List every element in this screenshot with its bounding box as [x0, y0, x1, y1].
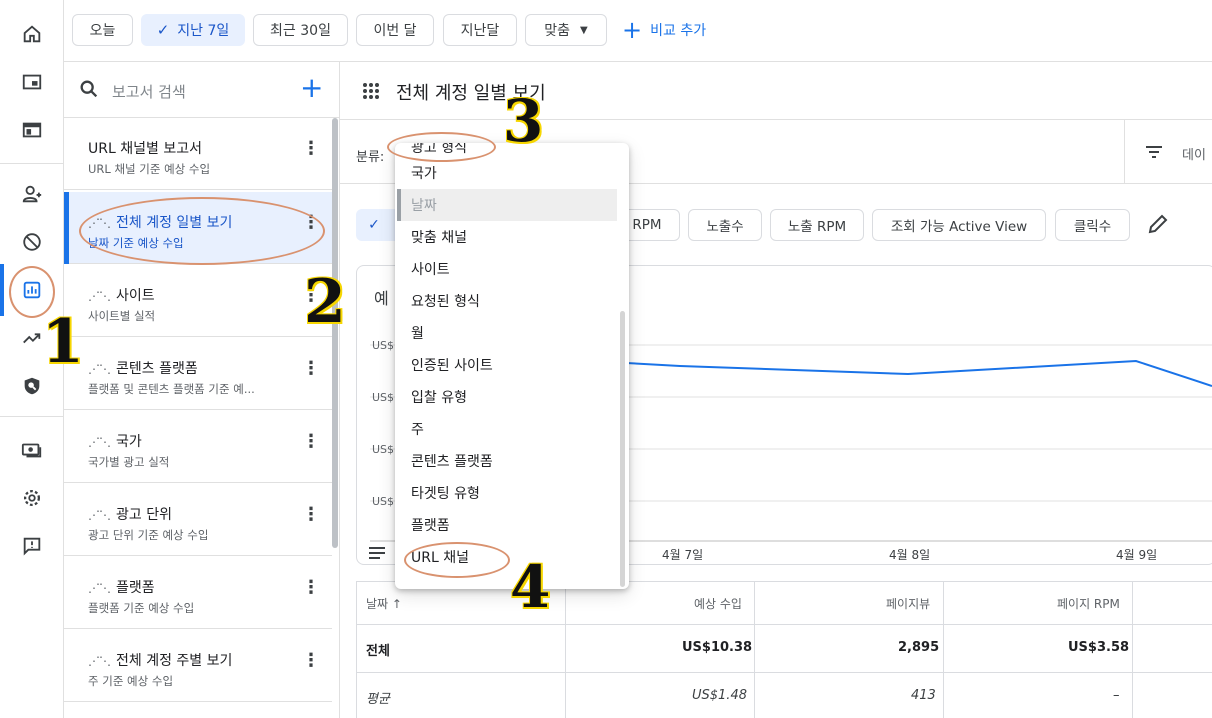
check-icon: ✓ — [156, 21, 170, 39]
report-item-country[interactable]: ⋰⋱ 국가 국가별 광고 실적 ⋮ — [64, 411, 332, 483]
dropdown-scrollbar[interactable] — [620, 311, 625, 587]
dropdown-option[interactable]: 입찰 유형 — [395, 381, 617, 413]
filter-icon[interactable] — [1144, 142, 1164, 162]
x-tick-label: 4월 9일 — [1116, 548, 1158, 562]
table-cell: US$1.48 — [692, 688, 747, 703]
sparkline-icon: ⋰⋱ — [88, 508, 111, 522]
annotation-number-4: 4 — [510, 553, 551, 621]
dropdown-option[interactable]: 사이트 — [395, 253, 617, 285]
more-vert-icon[interactable]: ⋮ — [302, 360, 320, 378]
table-cell: US$10.38 — [682, 640, 753, 655]
sparkline-icon: ⋰⋱ — [88, 289, 111, 303]
report-search[interactable]: 보고서 검색 + — [64, 62, 340, 118]
dropdown-option[interactable]: 맞춤 채널 — [395, 221, 617, 253]
report-item-content-platform[interactable]: ⋰⋱ 콘텐츠 플랫폼 플랫폼 및 콘텐츠 플랫폼 기준 예... ⋮ — [64, 338, 332, 410]
date-range-bar: 오늘 ✓ 지난 7일 최근 30일 이번 달 지난달 맞춤 ▼ + 비교 추가 — [64, 0, 1212, 62]
account-icon[interactable] — [16, 178, 48, 210]
caret-down-icon: ▼ — [580, 24, 588, 36]
dropdown-option[interactable]: 국가 — [395, 157, 617, 189]
payments-icon[interactable] — [16, 434, 48, 466]
column-header-earnings[interactable]: 예상 수입 — [694, 595, 742, 612]
earnings-series-line — [625, 359, 1212, 387]
report-item-weekly-account[interactable]: ⋰⋱ 전체 계정 주별 보기 주 기준 예상 수입 ⋮ — [64, 630, 332, 702]
edit-icon[interactable] — [1146, 212, 1170, 236]
report-item-url-channel[interactable]: URL 채널별 보고서 URL 채널 기준 예상 수입 ⋮ — [64, 118, 332, 190]
table-cell: 2,895 — [898, 640, 940, 655]
metric-chip-impression-rpm[interactable]: 노출 RPM — [770, 209, 864, 241]
sort-ascending-icon: ↑ — [391, 597, 402, 611]
x-tick-label: 4월 7일 — [662, 548, 704, 562]
more-vert-icon[interactable]: ⋮ — [302, 506, 320, 524]
dropdown-option[interactable]: 주 — [395, 413, 617, 445]
table-row-total-label: 전체 — [366, 644, 390, 659]
feedback-icon[interactable] — [16, 530, 48, 562]
active-indicator — [0, 264, 4, 316]
annotation-number-2: 2 — [304, 267, 346, 337]
chip-last-30-days[interactable]: 최근 30일 — [253, 14, 348, 46]
ad-frame-icon[interactable] — [16, 66, 48, 98]
table-cell: US$3.58 — [1068, 640, 1130, 655]
y-tick: US$ — [372, 339, 395, 352]
sparkline-icon: ⋰⋱ — [88, 581, 111, 595]
report-item-ad-unit[interactable]: ⋰⋱ 광고 단위 광고 단위 기준 예상 수입 ⋮ — [64, 484, 332, 556]
x-tick-label: 4월 8일 — [889, 548, 931, 562]
report-header: 전체 계정 일별 보기 — [340, 62, 1212, 120]
column-header-page-rpm[interactable]: 페이지 RPM — [1057, 595, 1120, 612]
column-header-pageviews[interactable]: 페이지뷰 — [886, 595, 930, 612]
home-icon[interactable] — [16, 18, 48, 50]
adsense-reports-page: 오늘 ✓ 지난 7일 최근 30일 이번 달 지난달 맞춤 ▼ + 비교 추가 보고서… — [0, 0, 1212, 718]
report-item-sites[interactable]: ⋰⋱ 사이트 사이트별 실적 ⋮ — [64, 265, 332, 337]
column-header-date[interactable]: 날짜 ↑ — [366, 595, 402, 612]
y-tick: US$ — [372, 495, 395, 508]
settings-icon[interactable] — [16, 482, 48, 514]
sparkline-icon: ⋰⋱ — [88, 362, 111, 376]
more-vert-icon[interactable]: ⋮ — [302, 140, 320, 158]
legend-toggle-icon[interactable] — [368, 546, 386, 560]
more-vert-icon[interactable]: ⋮ — [302, 579, 320, 597]
block-icon[interactable] — [16, 226, 48, 258]
sparkline-icon: ⋰⋱ — [88, 654, 111, 668]
search-icon — [80, 80, 98, 98]
breakdown-label: 분류: — [356, 150, 385, 165]
dropdown-option[interactable]: 인증된 사이트 — [395, 349, 617, 381]
annotation-circle-4 — [404, 542, 510, 578]
table-row-average-label: 평균 — [366, 692, 390, 707]
plus-icon: + — [622, 16, 643, 44]
y-tick: US$ — [372, 443, 395, 456]
more-vert-icon[interactable]: ⋮ — [302, 652, 320, 670]
dropdown-option-selected[interactable]: 날짜 — [397, 189, 617, 221]
dropdown-option[interactable]: 요청된 형식 — [395, 285, 617, 317]
chip-last-7-days[interactable]: ✓ 지난 7일 — [141, 14, 245, 46]
dropdown-option[interactable]: 월 — [395, 317, 617, 349]
table-cell: 413 — [911, 688, 936, 703]
ad-unit-icon[interactable] — [16, 114, 48, 146]
table-cell: – — [1113, 688, 1120, 703]
metric-chip-impressions[interactable]: 노출수 — [688, 209, 762, 241]
filter-text: 데이 — [1182, 148, 1206, 163]
annotation-number-3: 3 — [503, 87, 544, 155]
check-icon: ✓ — [368, 217, 380, 233]
search-placeholder: 보고서 검색 — [112, 83, 186, 101]
more-vert-icon[interactable]: ⋮ — [302, 433, 320, 451]
annotation-circle-3 — [387, 132, 496, 162]
metric-chip-clicks[interactable]: 클릭수 — [1055, 209, 1130, 241]
annotation-number-1: 1 — [42, 307, 84, 377]
dropdown-option[interactable]: 플랫폼 — [395, 509, 617, 541]
add-report-icon[interactable]: + — [300, 74, 323, 102]
y-tick: US$ — [372, 391, 395, 404]
chip-today[interactable]: 오늘 — [72, 14, 133, 46]
chip-this-month[interactable]: 이번 달 — [356, 14, 434, 46]
annotation-circle-2 — [79, 197, 325, 265]
metric-chip-active-view[interactable]: 조회 가능 Active View — [872, 209, 1046, 241]
chip-custom[interactable]: 맞춤 ▼ — [525, 14, 607, 46]
report-list: 보고서 검색 + URL 채널별 보고서 URL 채널 기준 예상 수입 ⋮ ⋰… — [64, 62, 340, 718]
sparkline-icon: ⋰⋱ — [88, 435, 111, 449]
breakdown-dropdown[interactable]: 광고 형식 국가 날짜 맞춤 채널 사이트 요청된 형식 월 인증된 사이트 입… — [395, 143, 629, 589]
dropdown-option[interactable]: 콘텐츠 플랫폼 — [395, 445, 617, 477]
add-compare-button[interactable]: + 비교 추가 — [622, 14, 706, 46]
dropdown-option[interactable]: 타겟팅 유형 — [395, 477, 617, 509]
chip-last-month[interactable]: 지난달 — [443, 14, 517, 46]
apps-grid-icon[interactable] — [362, 82, 380, 100]
report-item-platform[interactable]: ⋰⋱ 플랫폼 플랫폼 기준 예상 수입 ⋮ — [64, 557, 332, 629]
